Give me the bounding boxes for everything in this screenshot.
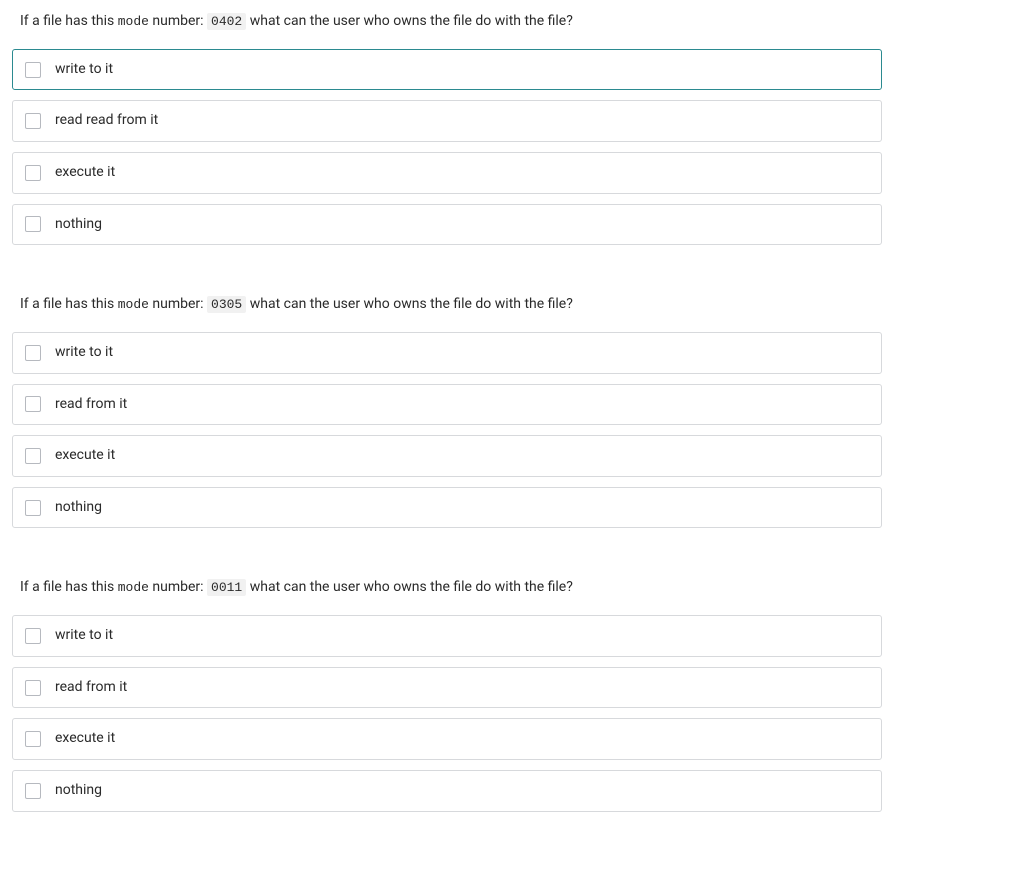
prompt-text: what can the user who owns the file do w…: [246, 13, 573, 29]
answer-option[interactable]: nothing: [12, 770, 882, 812]
answer-option[interactable]: read from it: [12, 384, 882, 426]
checkbox-icon[interactable]: [25, 62, 41, 78]
answer-option[interactable]: nothing: [12, 487, 882, 529]
answer-option[interactable]: write to it: [12, 49, 882, 91]
answer-option[interactable]: write to it: [12, 332, 882, 374]
answer-label: write to it: [55, 60, 113, 80]
answer-label: execute it: [55, 729, 115, 749]
answer-label: nothing: [55, 498, 102, 518]
checkbox-icon[interactable]: [25, 783, 41, 799]
answer-option[interactable]: nothing: [12, 204, 882, 246]
answer-label: nothing: [55, 781, 102, 801]
checkbox-icon[interactable]: [25, 216, 41, 232]
checkbox-icon[interactable]: [25, 165, 41, 181]
answer-option[interactable]: execute it: [12, 435, 882, 477]
checkbox-icon[interactable]: [25, 500, 41, 516]
mode-number: 0305: [207, 296, 246, 313]
checkbox-icon[interactable]: [25, 628, 41, 644]
checkbox-icon[interactable]: [25, 731, 41, 747]
mode-number: 0402: [207, 13, 246, 30]
question-block: If a file has this mode number: 0305 wha…: [12, 293, 1011, 528]
mono-word: mode: [118, 297, 149, 312]
mono-word: mode: [118, 14, 149, 29]
answer-label: write to it: [55, 626, 113, 646]
prompt-text: If a file has this: [20, 579, 118, 595]
mono-word: mode: [118, 580, 149, 595]
prompt-text: what can the user who owns the file do w…: [246, 296, 573, 312]
checkbox-icon[interactable]: [25, 396, 41, 412]
answer-option[interactable]: read from it: [12, 667, 882, 709]
answer-option[interactable]: write to it: [12, 615, 882, 657]
prompt-text: If a file has this: [20, 296, 118, 312]
question-block: If a file has this mode number: 0402 wha…: [12, 10, 1011, 245]
prompt-text: If a file has this: [20, 13, 118, 29]
prompt-text: what can the user who owns the file do w…: [246, 579, 573, 595]
answer-label: nothing: [55, 215, 102, 235]
question-block: If a file has this mode number: 0011 wha…: [12, 576, 1011, 811]
checkbox-icon[interactable]: [25, 680, 41, 696]
question-prompt: If a file has this mode number: 0011 wha…: [12, 576, 1011, 615]
question-prompt: If a file has this mode number: 0305 wha…: [12, 293, 1011, 332]
question-prompt: If a file has this mode number: 0402 wha…: [12, 10, 1011, 49]
answer-option[interactable]: read read from it: [12, 100, 882, 142]
answer-label: read read from it: [55, 111, 158, 131]
answer-option[interactable]: execute it: [12, 152, 882, 194]
answer-option[interactable]: execute it: [12, 718, 882, 760]
answer-label: write to it: [55, 343, 113, 363]
checkbox-icon[interactable]: [25, 345, 41, 361]
prompt-text: number:: [149, 13, 207, 29]
prompt-text: number:: [149, 579, 207, 595]
answer-label: execute it: [55, 446, 115, 466]
answer-label: execute it: [55, 163, 115, 183]
checkbox-icon[interactable]: [25, 113, 41, 129]
answer-label: read from it: [55, 395, 127, 415]
answer-label: read from it: [55, 678, 127, 698]
mode-number: 0011: [207, 579, 246, 596]
checkbox-icon[interactable]: [25, 448, 41, 464]
prompt-text: number:: [149, 296, 207, 312]
